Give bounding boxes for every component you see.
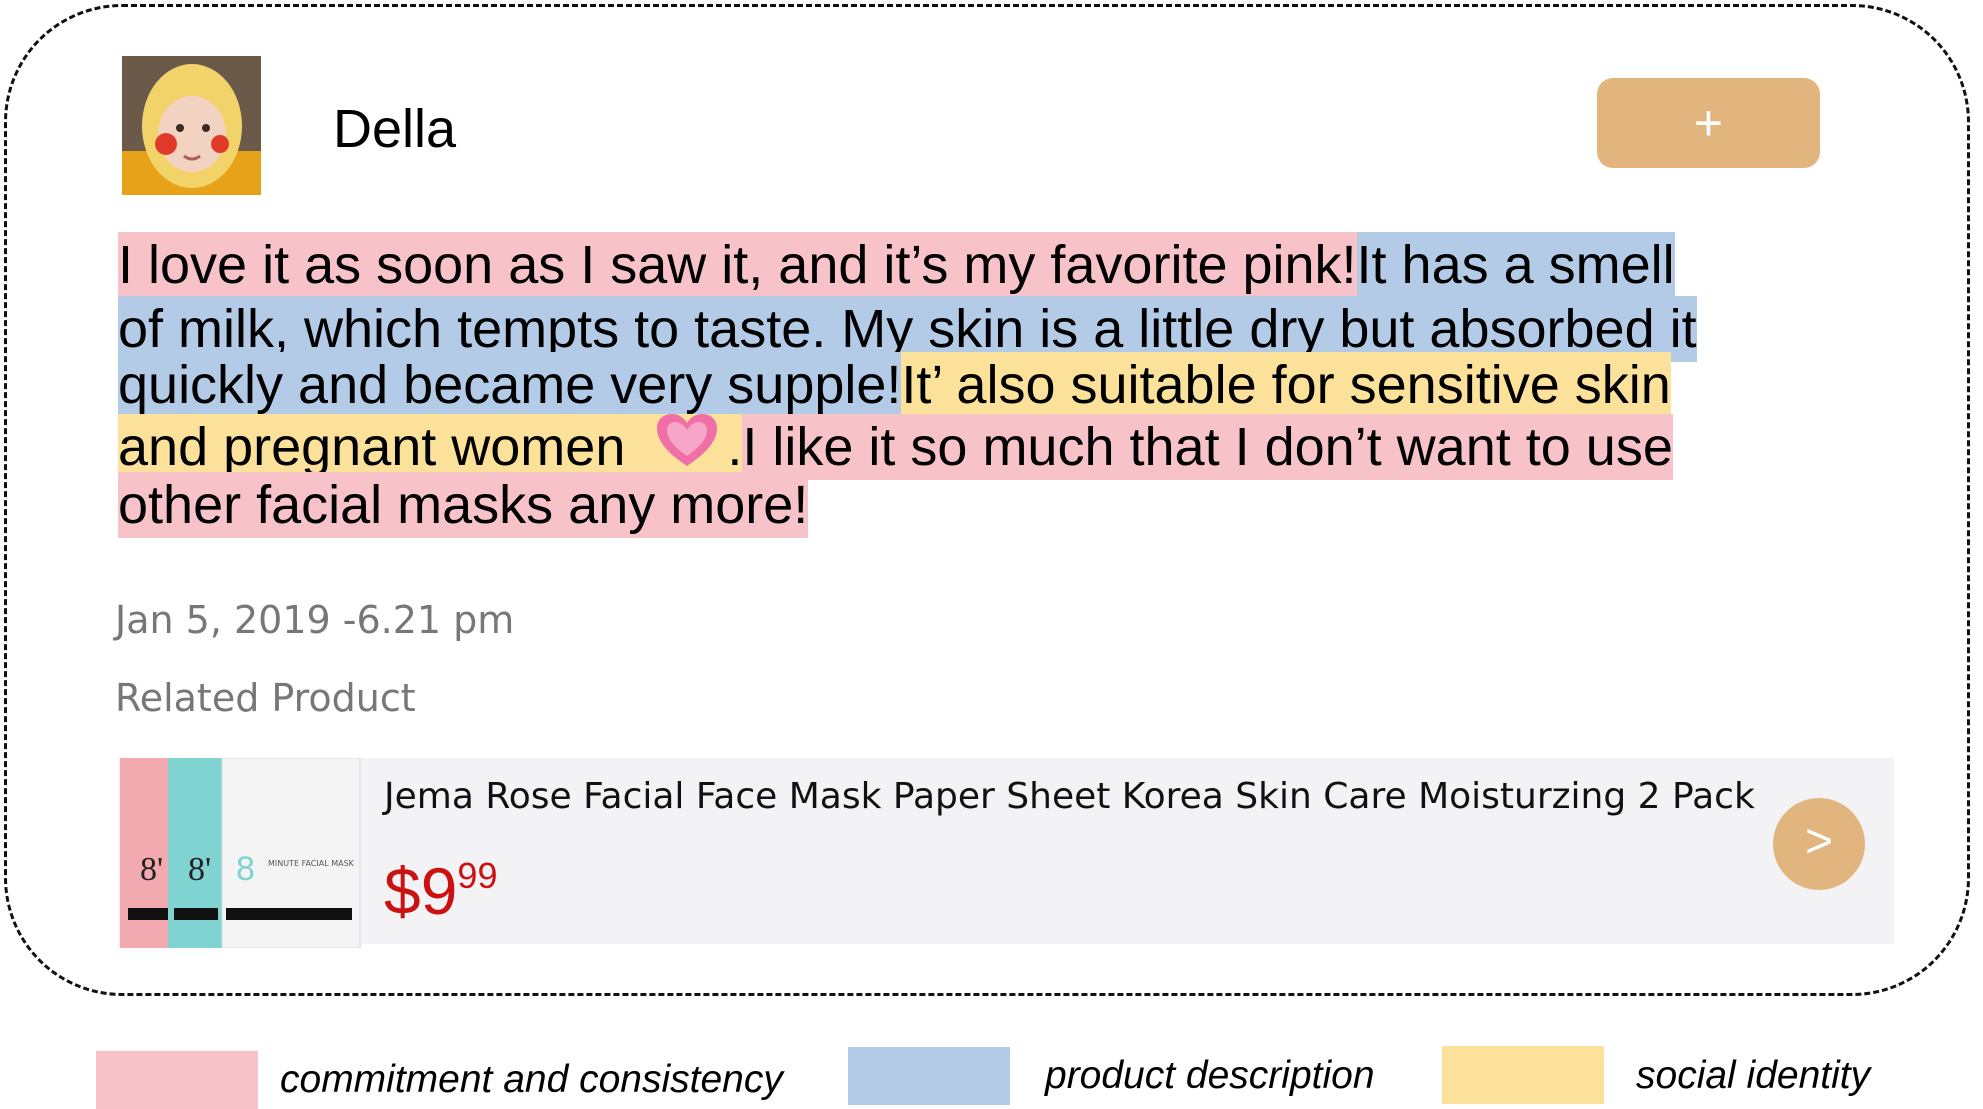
legend-swatch-commitment (96, 1051, 258, 1109)
segment-commitment: I like it so much that I don’t want to u… (742, 414, 1673, 480)
mask-pack-label: MINUTE FACIAL MASK (268, 859, 355, 868)
price-cents: 99 (457, 855, 498, 896)
mask-pack-number: 8' (140, 851, 163, 888)
username: Della (333, 99, 457, 159)
segment-commitment: I love it as soon as I saw it, and it’s … (118, 232, 1357, 298)
legend-swatch-product (848, 1047, 1010, 1105)
heart-icon (657, 414, 718, 466)
mask-packs-image: 8' 8' 8 MINUTE FACIAL MASK (120, 757, 361, 949)
segment-product: It has a smell (1356, 232, 1675, 298)
product-image: 8' 8' 8 MINUTE FACIAL MASK (118, 757, 362, 949)
related-product-label: Related Product (115, 676, 416, 720)
review-line: other facial masks any more! (118, 472, 1818, 538)
segment-product: quickly and became very supple! (118, 352, 902, 418)
legend-swatch-social (1442, 1046, 1604, 1104)
legend-label-commitment: commitment and consistency (280, 1058, 783, 1101)
legend-label-product: product description (1045, 1054, 1375, 1097)
price-dollars: $9 (384, 854, 458, 928)
segment-social: and pregnant women. (118, 414, 743, 480)
post-date: Jan 5, 2019 -6.21 pm (115, 598, 515, 642)
related-product-card[interactable]: 8' 8' 8 MINUTE FACIAL MASK Jema Rose Fac… (118, 757, 1894, 949)
follow-button[interactable]: + (1597, 78, 1820, 168)
segment-commitment: other facial masks any more! (118, 472, 809, 538)
review-text: I love it as soon as I saw it, and it’s … (118, 232, 1818, 538)
avatar-photo (122, 56, 261, 195)
product-title[interactable]: Jema Rose Facial Face Mask Paper Sheet K… (384, 776, 1755, 817)
review-line: quickly and became very supple! It’ also… (118, 352, 1818, 418)
review-line: and pregnant women. I like it so much th… (118, 414, 1818, 480)
view-product-button[interactable]: > (1773, 798, 1865, 890)
segment-social: It’ also suitable for sensitive skin (901, 352, 1671, 418)
segment-social-punct: . (727, 417, 743, 477)
avatar[interactable] (122, 56, 261, 195)
mask-pack-number: 8 (236, 850, 255, 888)
legend-label-social: social identity (1636, 1054, 1871, 1097)
review-line: I love it as soon as I saw it, and it’s … (118, 232, 1818, 298)
product-price: $999 (384, 854, 498, 928)
mask-pack-number: 8' (188, 851, 211, 888)
segment-social-text: and pregnant women (118, 417, 626, 477)
